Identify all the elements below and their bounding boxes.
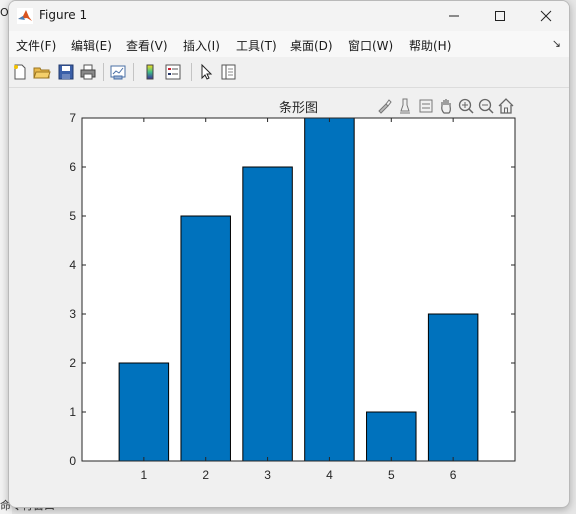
bar xyxy=(118,362,170,462)
y-tick-label: 0 xyxy=(69,454,76,468)
y-tick-label: 6 xyxy=(69,160,76,174)
bar xyxy=(242,166,293,462)
x-tick-label: 3 xyxy=(264,468,271,482)
y-tick-label: 4 xyxy=(69,258,76,272)
bar-chart[interactable]: 0 1 2 3 4 5 6 7 1 2 3 4 5 6 xyxy=(9,1,569,507)
bar xyxy=(427,313,479,462)
x-tick-label: 5 xyxy=(388,468,395,482)
y-tick-label: 5 xyxy=(69,209,76,223)
x-tick-label: 1 xyxy=(141,468,148,482)
x-tick-label: 4 xyxy=(326,468,333,482)
figure-window: Figure 1 文件(F) 编辑(E) 查看(V) 插入(I) 工具(T) 桌… xyxy=(8,0,570,508)
y-tick-label: 3 xyxy=(69,307,76,321)
y-tick-label: 7 xyxy=(69,111,76,125)
bar xyxy=(180,215,231,462)
bar xyxy=(304,117,355,462)
bar xyxy=(366,411,417,462)
x-tick-label: 6 xyxy=(450,468,457,482)
x-tick-label: 2 xyxy=(202,468,209,482)
y-tick-label: 1 xyxy=(69,405,76,419)
y-tick-label: 2 xyxy=(69,356,76,370)
